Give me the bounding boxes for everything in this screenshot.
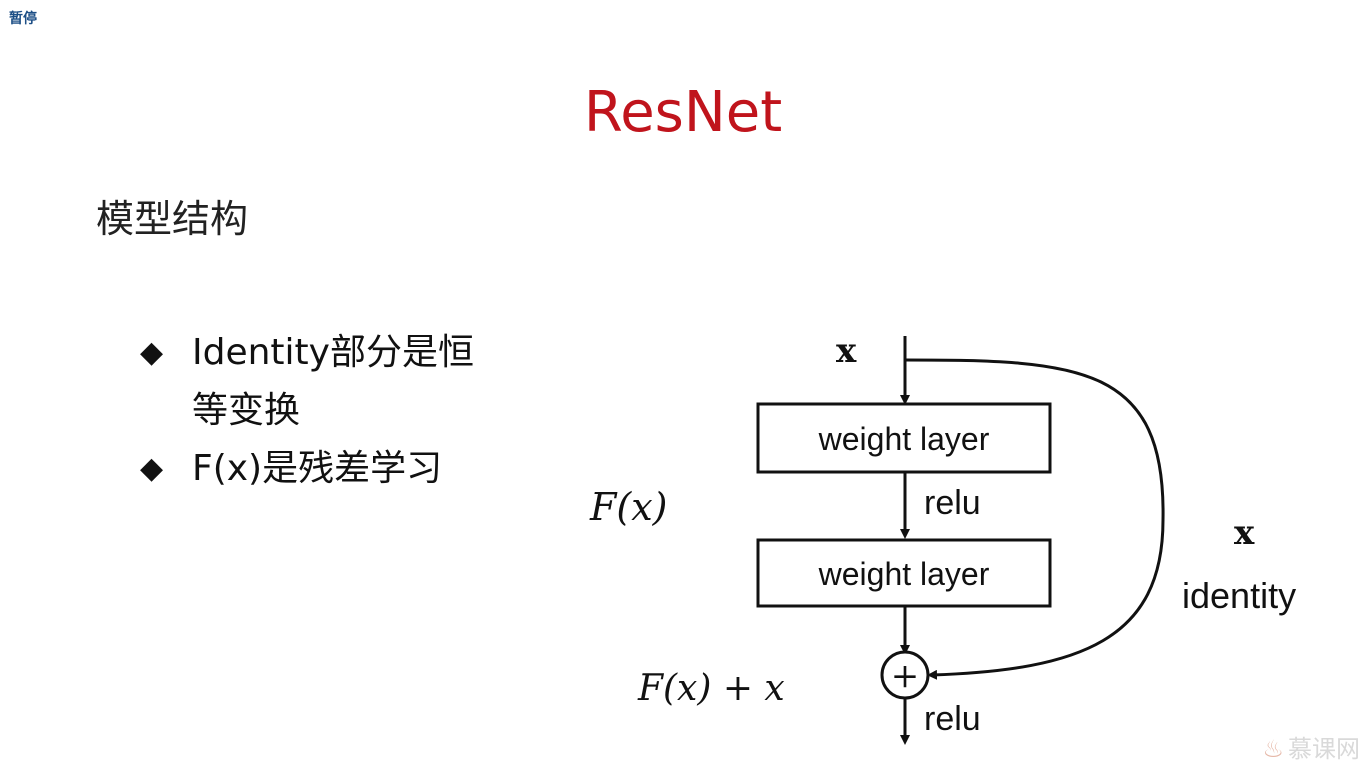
input-x-label: x xyxy=(836,331,857,371)
watermark-text: 慕课网 xyxy=(1288,735,1360,763)
bullet-list: ◆ Identity部分是恒等变换 ◆ F(x)是残差学习 xyxy=(140,324,492,498)
relu-label-1: relu xyxy=(924,484,981,522)
fx-label: F(x) xyxy=(589,485,667,529)
slide-title: ResNet xyxy=(583,80,783,145)
flame-icon: ♨ xyxy=(1262,735,1284,763)
bullet-text: Identity部分是恒等变换 xyxy=(192,332,474,431)
shortcut-x-label: x xyxy=(1234,513,1255,553)
bullet-item-identity: ◆ Identity部分是恒等变换 xyxy=(140,324,492,440)
diamond-bullet-icon: ◆ xyxy=(140,451,164,486)
bullet-item-residual: ◆ F(x)是残差学习 xyxy=(140,440,492,498)
sum-output-label: F(x) + x xyxy=(637,668,785,709)
section-title: 模型结构 xyxy=(96,197,249,241)
plus-symbol: + xyxy=(891,656,920,696)
weight-layer-label-2: weight layer xyxy=(818,556,990,592)
pause-badge[interactable]: 暂停 xyxy=(9,8,37,28)
relu-label-2: relu xyxy=(924,700,981,738)
shortcut-identity-label: identity xyxy=(1182,575,1296,616)
diamond-bullet-icon: ◆ xyxy=(140,335,164,370)
watermark-logo: ♨ 慕课网 xyxy=(1262,729,1360,764)
residual-block-diagram: x weight layer relu weight layer + relu … xyxy=(589,331,1296,745)
bullet-text: F(x)是残差学习 xyxy=(192,448,443,489)
weight-layer-label-1: weight layer xyxy=(818,421,990,457)
